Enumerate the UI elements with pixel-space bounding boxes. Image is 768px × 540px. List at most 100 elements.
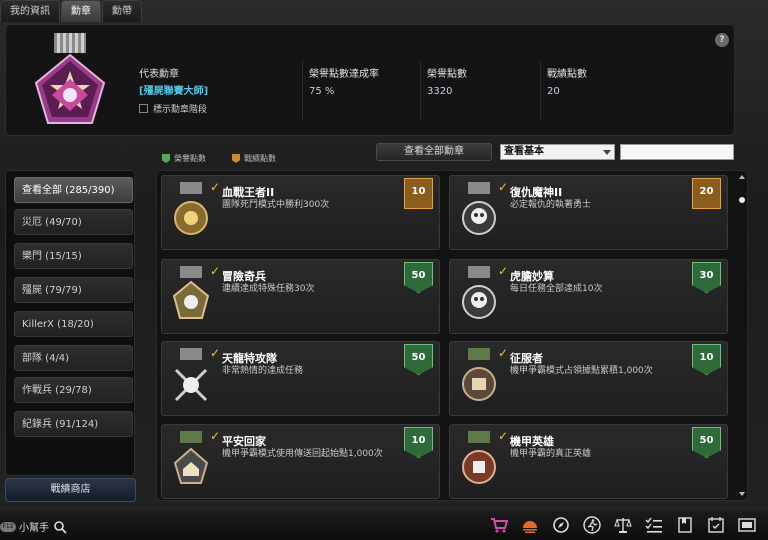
rate-block: 榮譽點數達成率 75 %: [302, 60, 379, 120]
mech-medal-icon: [462, 431, 496, 484]
crossed-skull-medal-icon: [174, 348, 208, 402]
honor-shield-icon: [162, 154, 170, 163]
medal-card[interactable]: ✓ 復仇魔神II 必定報仇的執著勇士 20: [449, 175, 728, 250]
tab-ribbons[interactable]: 勳帶: [102, 0, 142, 22]
home-medal-icon: [173, 431, 209, 484]
sun-medal-icon: [174, 182, 208, 235]
checkmark-icon: ✓: [210, 180, 221, 194]
show-rank-label: 標示勳章階段: [153, 105, 208, 115]
rate-value: 75 %: [309, 86, 335, 97]
helper-button[interactable]: F12 小幫手: [0, 519, 67, 534]
chevron-down-icon: [603, 150, 611, 155]
helper-label: 小幫手: [19, 523, 49, 534]
checkmark-icon: ✓: [498, 180, 509, 194]
medal-name: 復仇魔神II: [510, 186, 563, 199]
medal-desc: 機甲爭霸模式使用傳送回起始點1,000次: [222, 449, 383, 459]
medal-card[interactable]: ✓ 征服者 機甲爭霸模式占領據點累積1,000次 10: [449, 341, 728, 416]
legend-merit-label: 戰績點數: [244, 154, 276, 163]
points-badge: 50: [692, 427, 721, 458]
honor-value: 3320: [427, 86, 453, 97]
scroll-thumb[interactable]: [739, 197, 745, 203]
medal-card[interactable]: ✓ 平安回家 機甲爭霸模式使用傳送回起始點1,000次 10: [161, 424, 440, 499]
checkmark-icon: ✓: [210, 264, 221, 278]
category-disaster[interactable]: 災厄 (49/70): [14, 209, 133, 235]
checkmark-icon: ✓: [498, 346, 509, 360]
medal-desc: 必定報仇的執著勇士: [510, 200, 592, 210]
fortress-medal-icon: [462, 348, 496, 401]
search-input[interactable]: [620, 144, 734, 160]
medal-card[interactable]: ✓ 冒險奇兵 連續達成特殊任務30次 50: [161, 259, 440, 334]
view-mode-select[interactable]: 查看基本: [500, 144, 615, 160]
category-combat[interactable]: 作戰兵 (29/78): [14, 377, 133, 403]
show-rank-checkbox[interactable]: 標示勳章階段: [139, 102, 208, 115]
points-badge: 10: [692, 344, 721, 375]
category-zombie[interactable]: 殭屍 (79/79): [14, 277, 133, 303]
merit-shop-button[interactable]: 戰績商店: [5, 478, 136, 502]
sunrise-icon[interactable]: [521, 516, 539, 534]
tab-my-info[interactable]: 我的資訊: [0, 0, 60, 22]
rep-medal-value[interactable]: [殭屍聯賽大師]: [139, 82, 208, 97]
medal-name: 天龍特攻隊: [222, 352, 277, 365]
points-badge: 50: [404, 344, 433, 375]
film-icon[interactable]: [738, 516, 756, 534]
skull-star-medal-icon: [172, 266, 210, 319]
category-record[interactable]: 紀錄兵 (91/124): [14, 411, 133, 437]
medal-card[interactable]: ✓ 天龍特攻隊 非常熱情的達成任務 50: [161, 341, 440, 416]
tab-medals[interactable]: 勳章: [61, 0, 101, 22]
legend-honor: 榮譽點數: [162, 153, 206, 164]
scales-icon[interactable]: [614, 516, 632, 534]
scroll-down-icon[interactable]: [739, 492, 745, 496]
skull-medal-icon: [462, 182, 496, 235]
merit-shield-icon: [232, 154, 240, 163]
merit-label: 戰績點數: [547, 69, 587, 80]
medal-grid: ✓ 血戰王者II 團隊死鬥模式中勝利300次 10 ✓ 復仇魔神II 必定報仇的執著勇士 20…: [156, 170, 748, 501]
category-killerx[interactable]: KillerX (18/20): [14, 311, 133, 337]
points-badge: 10: [404, 427, 433, 458]
medal-desc: 每日任務全部達成10次: [510, 284, 603, 294]
medal-desc: 連續達成特殊任務30次: [222, 284, 315, 294]
rate-label: 榮譽點數達成率: [309, 69, 379, 80]
legend-honor-label: 榮譽點數: [174, 154, 206, 163]
compass-icon[interactable]: [552, 516, 570, 534]
rep-medal-label: 代表勳章: [139, 69, 179, 80]
honor-label: 榮譽點數: [427, 69, 467, 80]
legend-merit: 戰績點數: [232, 153, 276, 164]
category-all[interactable]: 查看全部 (285/390): [14, 177, 133, 203]
help-icon[interactable]: ?: [715, 33, 729, 47]
calendar-icon[interactable]: [707, 516, 725, 534]
category-squad[interactable]: 部隊 (4/4): [14, 345, 133, 371]
view-mode-value: 查看基本: [504, 146, 544, 157]
shop-cart-icon[interactable]: [490, 516, 508, 534]
representative-medal-icon: [34, 33, 106, 124]
medal-name: 征服者: [510, 352, 543, 365]
medal-card[interactable]: ✓ 機甲英雄 機甲爭霸的真正英雄 50: [449, 424, 728, 499]
checkmark-icon: ✓: [210, 346, 221, 360]
bottom-icons: [477, 516, 756, 534]
search-icon[interactable]: [53, 520, 67, 534]
merit-value: 20: [547, 86, 560, 97]
checklist-icon[interactable]: [645, 516, 663, 534]
checkmark-icon: ✓: [498, 264, 509, 278]
runner-icon[interactable]: [583, 516, 601, 534]
medal-summary-panel: ? 代表勳章 [殭屍聯賽大師] 標示勳章階段 榮譽點數達成率 75 % 榮譽點數…: [5, 24, 735, 136]
bookmark-icon[interactable]: [676, 516, 694, 534]
top-tabs: 我的資訊 勳章 勳帶: [0, 0, 143, 22]
medal-desc: 機甲爭霸模式占領據點累積1,000次: [510, 366, 653, 376]
scroll-up-icon[interactable]: [739, 175, 745, 179]
honor-block: 榮譽點數 3320: [420, 60, 467, 120]
medal-name: 機甲英雄: [510, 435, 554, 448]
view-all-medals-button[interactable]: 查看全部勳章: [376, 143, 492, 161]
points-badge: 30: [692, 262, 721, 293]
medal-card[interactable]: ✓ 虎膽妙算 每日任務全部達成10次 30: [449, 259, 728, 334]
bottom-bar: F12 小幫手: [0, 511, 768, 540]
medal-desc: 非常熱情的達成任務: [222, 366, 304, 376]
checkbox-box[interactable]: [139, 104, 148, 113]
scrollbar[interactable]: [737, 171, 747, 500]
points-badge: 10: [404, 178, 433, 209]
medal-card[interactable]: ✓ 血戰王者II 團隊死鬥模式中勝利300次 10: [161, 175, 440, 250]
checkmark-icon: ✓: [210, 429, 221, 443]
medal-name: 血戰王者II: [222, 186, 275, 199]
category-paradise[interactable]: 樂門 (15/15): [14, 243, 133, 269]
points-badge: 50: [404, 262, 433, 293]
skull-medal-icon: [462, 266, 496, 319]
